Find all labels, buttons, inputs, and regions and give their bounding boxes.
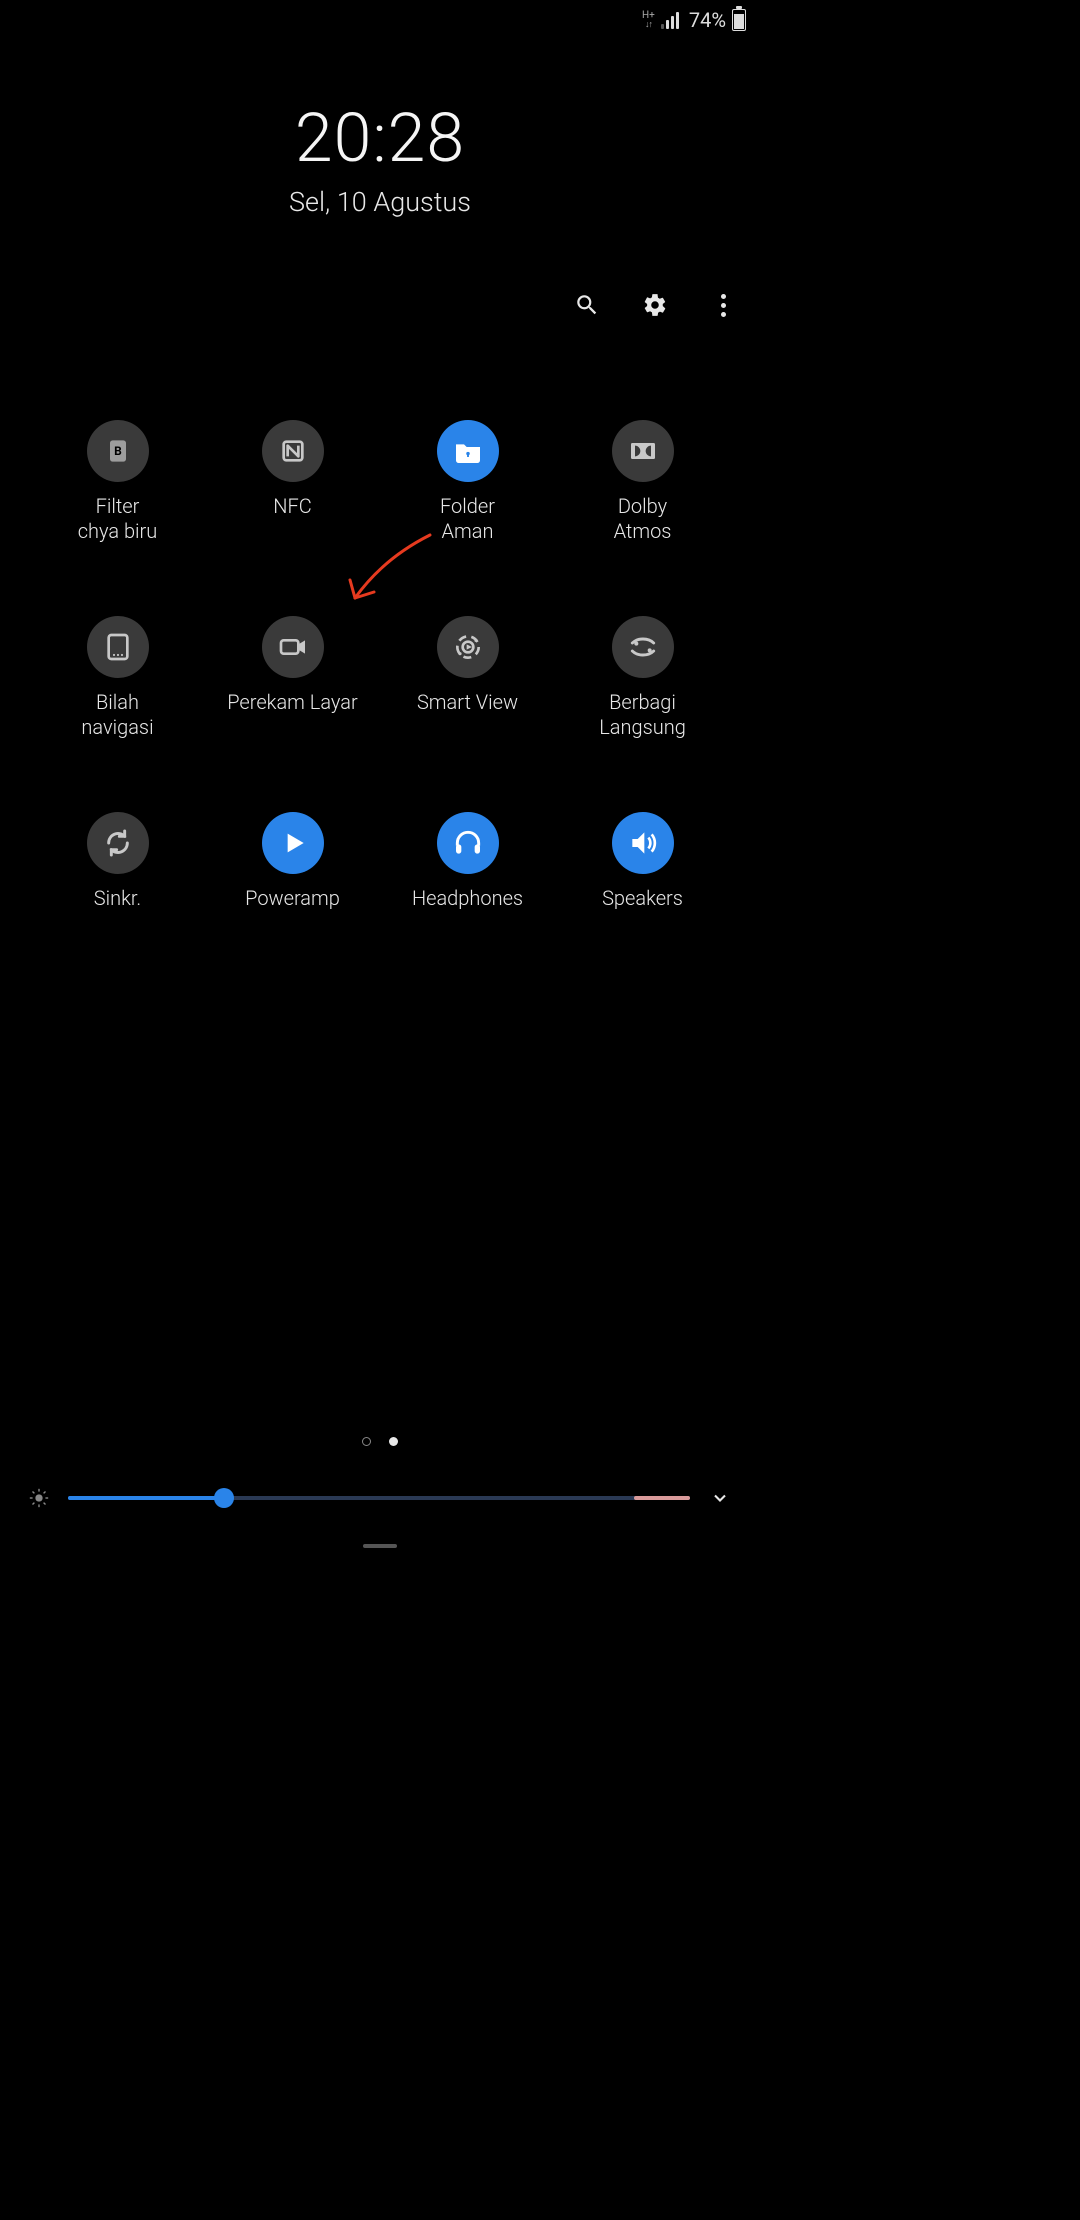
nfc-icon (277, 435, 309, 467)
tile-label-sync: Sinkr. (94, 886, 141, 911)
smartview-icon (452, 631, 484, 663)
navbar-icon (102, 631, 134, 663)
tile-circle-secure-folder[interactable] (437, 420, 499, 482)
tile-circle-poweramp[interactable] (262, 812, 324, 874)
tile-dolby-atmos[interactable]: Dolby Atmos (555, 420, 730, 544)
tile-circle-nav-bar[interactable] (87, 616, 149, 678)
tile-circle-live-share[interactable] (612, 616, 674, 678)
tile-smart-view[interactable]: Smart View (380, 616, 555, 740)
clock-date: Sel, 10 Agustus (0, 186, 760, 218)
search-button[interactable] (572, 290, 602, 320)
tile-label-nav-bar: Bilah navigasi (81, 690, 153, 740)
tile-screen-recorder[interactable]: Perekam Layar (205, 616, 380, 740)
speakers-icon (627, 827, 659, 859)
quick-panel-toolbar (572, 290, 738, 320)
page-indicator[interactable] (0, 1437, 760, 1446)
tile-label-poweramp: Poweramp (245, 886, 340, 911)
drag-handle[interactable] (363, 1544, 397, 1548)
gear-icon (642, 292, 668, 318)
tile-label-screen-recorder: Perekam Layar (227, 690, 358, 715)
page-dot-1[interactable] (362, 1437, 371, 1446)
tile-label-live-share: Berbagi Langsung (599, 690, 686, 740)
signal-strength-icon (661, 11, 683, 29)
status-bar: H+ ↓↑ 74% (642, 8, 746, 32)
tile-circle-speakers[interactable] (612, 812, 674, 874)
tile-label-speakers: Speakers (602, 886, 683, 911)
brightness-expand-button[interactable] (708, 1486, 732, 1510)
clock-time: 20:28 (0, 98, 760, 178)
brightness-fill (68, 1496, 224, 1500)
search-icon (574, 292, 600, 318)
tile-circle-sync[interactable] (87, 812, 149, 874)
brightness-icon (28, 1487, 50, 1509)
sync-icon (102, 827, 134, 859)
tile-label-secure-folder: Folder Aman (440, 494, 495, 544)
tile-live-share[interactable]: Berbagi Langsung (555, 616, 730, 740)
clock-area: 20:28 Sel, 10 Agustus (0, 98, 760, 218)
page-dot-2[interactable] (389, 1437, 398, 1446)
tile-nav-bar[interactable]: Bilah navigasi (30, 616, 205, 740)
brightness-slider[interactable] (68, 1496, 690, 1500)
headphones-icon (452, 827, 484, 859)
brightness-row (0, 1486, 760, 1510)
tile-circle-headphones[interactable] (437, 812, 499, 874)
liveshare-icon (627, 631, 659, 663)
recorder-icon (277, 631, 309, 663)
tile-circle-dolby-atmos[interactable] (612, 420, 674, 482)
play-icon (277, 827, 309, 859)
tile-label-headphones: Headphones (412, 886, 523, 911)
securefolder-icon (452, 435, 484, 467)
tile-circle-smart-view[interactable] (437, 616, 499, 678)
tile-nfc[interactable]: NFC (205, 420, 380, 544)
tile-sync[interactable]: Sinkr. (30, 812, 205, 911)
tile-circle-screen-recorder[interactable] (262, 616, 324, 678)
more-vert-icon (721, 294, 726, 317)
battery-icon (732, 9, 746, 31)
settings-button[interactable] (640, 290, 670, 320)
tile-secure-folder[interactable]: Folder Aman (380, 420, 555, 544)
tile-circle-nfc[interactable] (262, 420, 324, 482)
more-button[interactable] (708, 290, 738, 320)
brightness-extra-range (634, 1496, 690, 1500)
dolby-icon (627, 435, 659, 467)
tile-blue-light-filter[interactable]: Filter chya biru (30, 420, 205, 544)
bluelight-icon (102, 435, 134, 467)
tile-speakers[interactable]: Speakers (555, 812, 730, 911)
tile-label-blue-light-filter: Filter chya biru (78, 494, 158, 544)
chevron-down-icon (710, 1488, 730, 1508)
quick-settings-grid: Filter chya biru NFC Folder Aman Dolby Atmo… (0, 420, 760, 911)
tile-label-nfc: NFC (273, 494, 311, 519)
tile-label-dolby-atmos: Dolby Atmos (614, 494, 672, 544)
tile-circle-blue-light-filter[interactable] (87, 420, 149, 482)
tile-poweramp[interactable]: Poweramp (205, 812, 380, 911)
brightness-thumb[interactable] (214, 1488, 234, 1508)
network-type-indicator: H+ ↓↑ (642, 11, 655, 30)
battery-percentage: 74% (689, 8, 726, 32)
tile-label-smart-view: Smart View (417, 690, 518, 715)
tile-headphones[interactable]: Headphones (380, 812, 555, 911)
